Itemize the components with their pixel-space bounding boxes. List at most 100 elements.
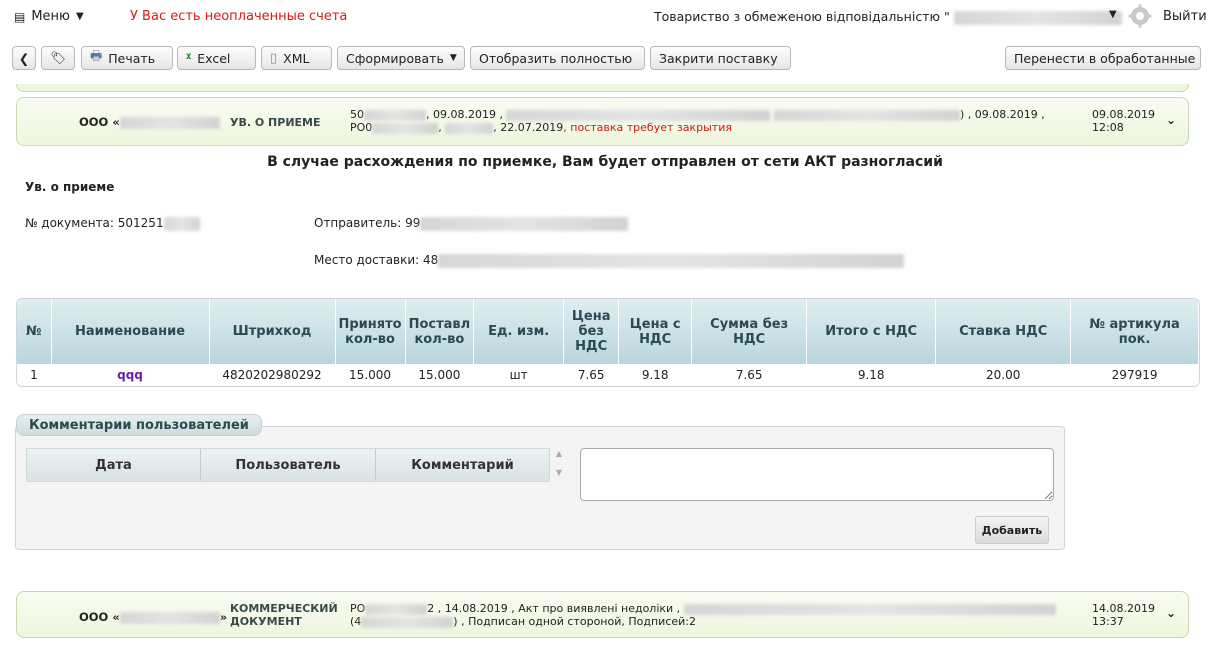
- type-line: КОММЕРЧЕСКИЙ: [230, 602, 338, 615]
- chevron-down-icon: ▼: [449, 53, 457, 63]
- printer-icon: 🖶: [90, 49, 103, 64]
- document-card-receipt[interactable]: ООО « УВ. О ПРИЕМЕ 50 , 09.08.2019 , ) , …: [16, 97, 1189, 146]
- col-unit[interactable]: Ед. изм.: [473, 299, 565, 364]
- logout-link[interactable]: Выйти: [1163, 9, 1207, 24]
- show-full-button[interactable]: Отобразить полностью: [470, 46, 645, 70]
- sender-label: Отправитель: 99: [314, 216, 421, 230]
- type-line: ДОКУМЕНТ: [230, 615, 302, 628]
- col-accepted-qty[interactable]: Принято кол-во: [335, 299, 406, 364]
- org-prefix: ООО «: [79, 610, 120, 624]
- doc-number-label: № документа: 501251: [25, 216, 164, 230]
- org-redacted: [119, 611, 220, 624]
- company-chevron-down-icon[interactable]: ▼: [1109, 9, 1117, 20]
- cell: 4820202980292: [222, 368, 322, 382]
- chevron-left-icon: ❮: [18, 50, 30, 66]
- xml-label: XML: [283, 50, 310, 66]
- scroll-down-icon[interactable]: ▼: [553, 467, 565, 478]
- doc-time: 12:08: [1092, 121, 1124, 134]
- info-text: РО0: [350, 121, 373, 134]
- doc-time: 13:37: [1092, 615, 1124, 628]
- section-title: Ув. о приеме: [25, 180, 115, 194]
- col-price-no-vat[interactable]: Цена без НДС: [563, 299, 620, 364]
- info-text: ) , Подписан одной стороной, Подписей:2: [453, 615, 696, 628]
- form-dropdown-button[interactable]: Сформировать ▼: [337, 46, 465, 70]
- document-info: РО 2 , 14.08.2019 , Акт про виявлені недо…: [350, 602, 1056, 628]
- redacted: [365, 603, 428, 615]
- org-name: ООО « »: [79, 610, 227, 624]
- org-suffix: »: [219, 610, 228, 624]
- col-total-vat[interactable]: Итого с НДС: [806, 299, 937, 364]
- col-date[interactable]: Дата: [27, 449, 201, 481]
- cell: 20.00: [985, 368, 1021, 382]
- col-name[interactable]: Наименование: [51, 299, 210, 364]
- excel-button[interactable]: ᵡ Excel: [177, 46, 256, 70]
- document-info-line2: (4) , Подписан одной стороной, Подписей:…: [350, 615, 1056, 628]
- menu-button[interactable]: ▤ Меню ▼: [14, 9, 84, 24]
- redacted: [683, 603, 1056, 615]
- company-selector[interactable]: Товариство з обмеженою відповідальністю …: [654, 9, 1122, 25]
- scroll-up-icon[interactable]: ▲: [553, 448, 565, 459]
- chevron-down-icon: ▼: [76, 11, 84, 22]
- comments-table-header: Дата Пользователь Комментарий: [26, 448, 550, 482]
- col-price-vat[interactable]: Цена с НДС: [618, 299, 693, 364]
- close-delivery-label: Закрити поставку: [659, 50, 778, 66]
- col-barcode[interactable]: Штрихкод: [209, 299, 336, 364]
- col-delivered-qty[interactable]: Поставл кол-во: [405, 299, 475, 364]
- unpaid-invoices-link[interactable]: У Вас есть неоплаченные счета: [130, 9, 347, 24]
- cell: 9.18: [641, 368, 669, 382]
- redacted: [372, 122, 439, 134]
- redacted: [506, 109, 771, 121]
- cell: 9.18: [857, 368, 885, 382]
- tag-button[interactable]: 🏷: [41, 46, 75, 70]
- show-full-label: Отобразить полностью: [479, 50, 633, 66]
- add-comment-button[interactable]: Добавить: [975, 516, 1049, 544]
- col-number[interactable]: №: [17, 299, 52, 364]
- info-text: ,: [438, 121, 446, 134]
- org-redacted: [119, 116, 220, 129]
- move-to-processed-button[interactable]: Перенести в обработанные: [1005, 46, 1201, 70]
- partial-card-top: [16, 84, 1189, 92]
- excel-icon: ᵡ: [186, 50, 192, 66]
- discrepancy-notice: В случае расхождения по приемке, Вам буд…: [267, 154, 943, 170]
- file-icon: ▯: [270, 50, 278, 66]
- org-prefix: ООО «: [79, 115, 120, 129]
- comment-input[interactable]: [580, 448, 1054, 501]
- doc-date: 09.08.2019: [1092, 108, 1155, 121]
- document-card-commercial[interactable]: ООО « » КОММЕРЧЕСКИЙ ДОКУМЕНТ РО 2 , 14.08.…: [16, 591, 1189, 638]
- redacted: [773, 109, 960, 121]
- product-link[interactable]: qqq: [51, 364, 209, 386]
- goods-table: № Наименование Штрихкод Принято кол-во П…: [16, 298, 1200, 387]
- cell: 297919: [1111, 368, 1158, 382]
- back-button[interactable]: ❮: [12, 46, 36, 70]
- info-text: , 22.07.2019: [493, 121, 564, 134]
- info-text: , 09.08.2019 ,: [426, 108, 507, 121]
- cell: 15.000: [349, 368, 392, 382]
- sender-field: Отправитель: 99: [314, 216, 629, 231]
- document-info-line2: РО0, , 22.07.2019, поставка требует закр…: [350, 121, 1045, 134]
- doc-number-field: № документа: 501251: [25, 216, 200, 231]
- col-user[interactable]: Пользователь: [201, 449, 376, 481]
- cell: 7.65: [577, 368, 605, 382]
- tag-icon: 🏷: [50, 50, 66, 65]
- document-info-line1: 50 , 09.08.2019 , ) , 09.08.2019 ,: [350, 108, 1045, 121]
- comments-scrollbar[interactable]: ▲ ▼: [553, 448, 565, 482]
- document-datetime: 09.08.2019 12:08: [1092, 108, 1155, 134]
- redacted: [364, 109, 426, 121]
- redacted: [163, 216, 200, 231]
- menu-label: Меню: [31, 9, 71, 24]
- redacted: [438, 253, 905, 268]
- form-label: Сформировать: [346, 50, 444, 66]
- cell: 15.000: [418, 368, 461, 382]
- col-comment[interactable]: Комментарий: [376, 449, 549, 481]
- close-delivery-button[interactable]: Закрити поставку: [650, 46, 791, 70]
- redacted: [361, 616, 454, 628]
- xml-button[interactable]: ▯ XML: [261, 46, 332, 70]
- col-article[interactable]: № артикула пок.: [1070, 299, 1199, 364]
- col-vat-rate[interactable]: Ставка НДС: [935, 299, 1072, 364]
- gear-icon[interactable]: [1128, 4, 1152, 28]
- expand-chevron-icon[interactable]: ⌄: [1166, 113, 1176, 127]
- company-label: Товариство з обмеженою відповідальністю …: [654, 9, 950, 24]
- print-button[interactable]: 🖶 Печать: [81, 46, 173, 70]
- expand-chevron-icon[interactable]: ⌄: [1166, 606, 1176, 620]
- col-sum-no-vat[interactable]: Сумма без НДС: [691, 299, 808, 364]
